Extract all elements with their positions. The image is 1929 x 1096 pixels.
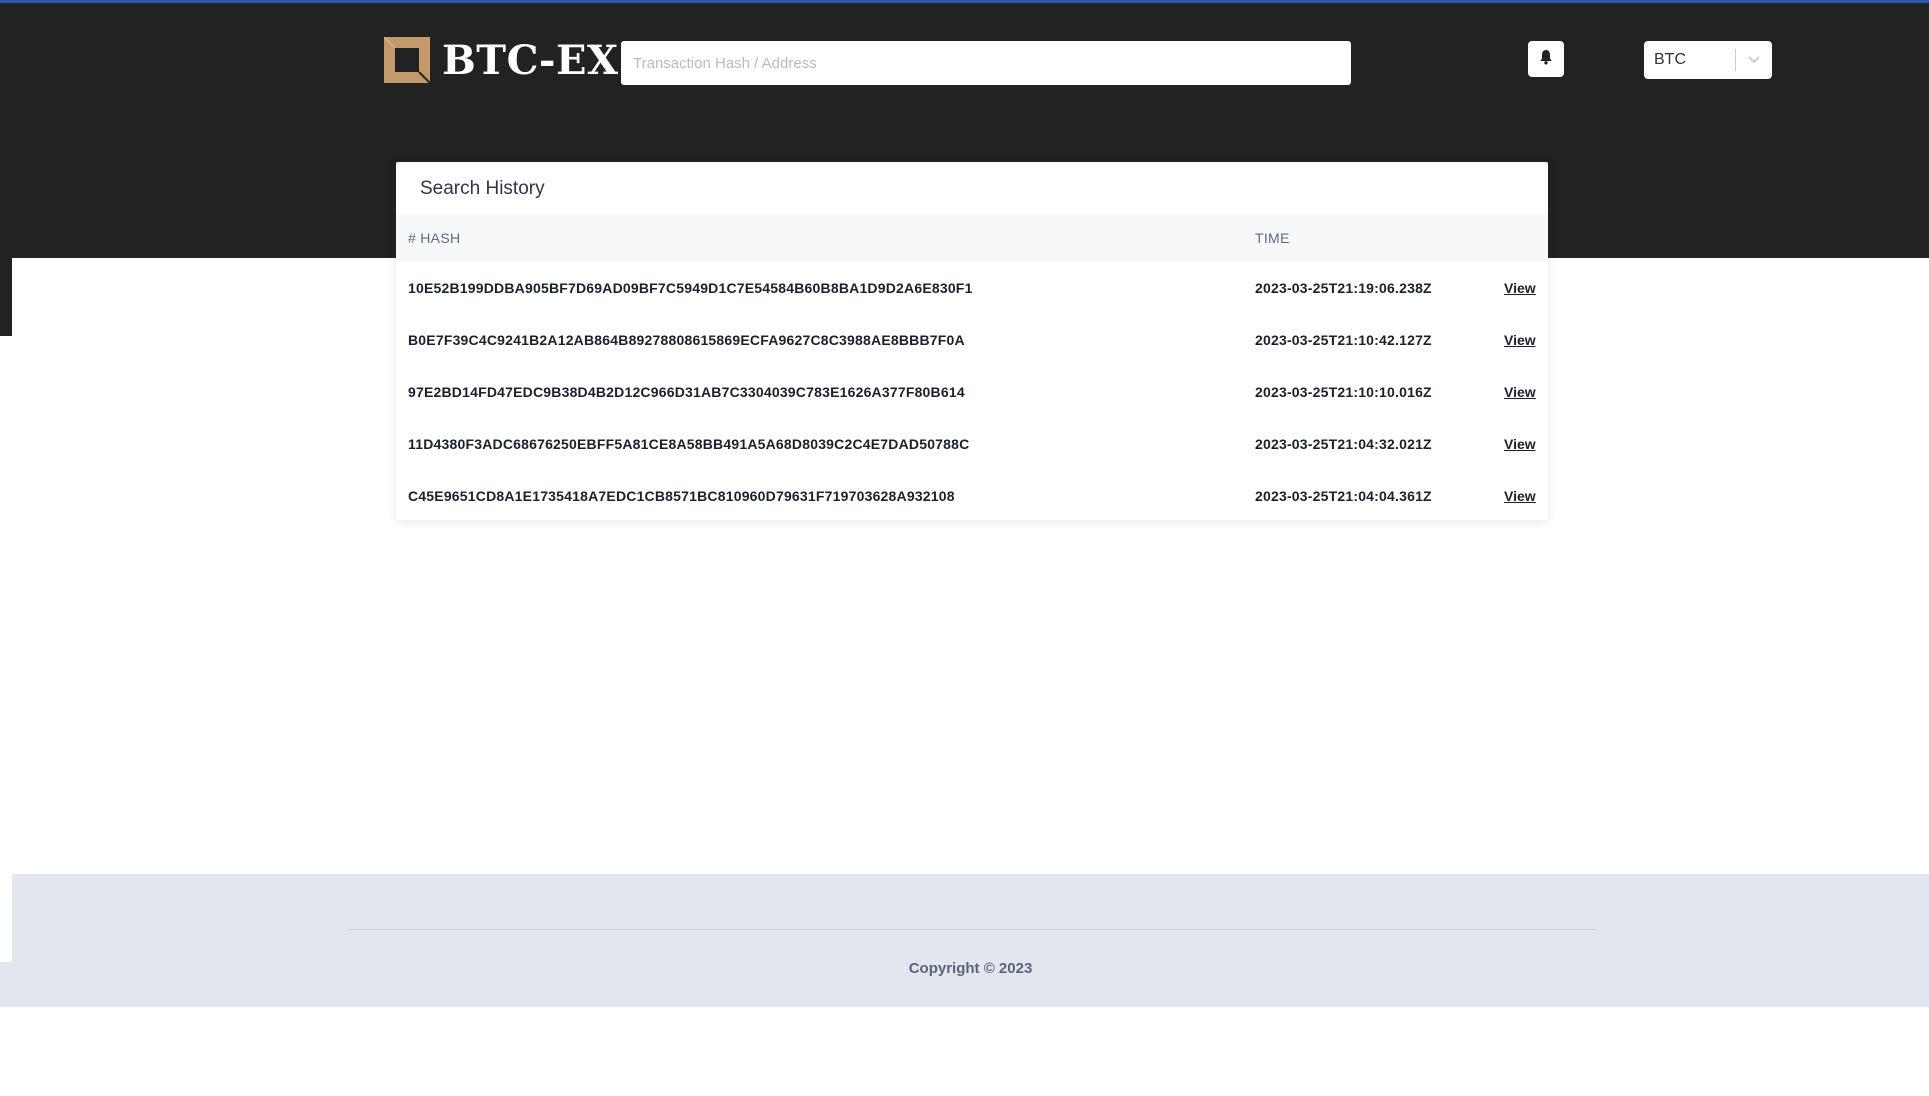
view-link[interactable]: View bbox=[1504, 436, 1536, 452]
time-cell: 2023-03-25T21:04:32.021Z bbox=[1255, 436, 1432, 452]
table-header: # HASH TIME bbox=[396, 214, 1548, 262]
edge-strip bbox=[0, 962, 12, 1007]
view-link[interactable]: View bbox=[1504, 488, 1536, 504]
hash-cell: 97E2BD14FD47EDC9B38D4B2D12C966D31AB7C330… bbox=[408, 384, 965, 400]
card-title: Search History bbox=[420, 178, 545, 199]
table-row: 97E2BD14FD47EDC9B38D4B2D12C966D31AB7C330… bbox=[396, 366, 1548, 418]
coin-select[interactable]: BTC bbox=[1644, 41, 1772, 79]
table-row: 10E52B199DDBA905BF7D69AD09BF7C5949D1C7E5… bbox=[396, 262, 1548, 314]
copyright-text: Copyright © 2023 bbox=[908, 960, 1033, 977]
time-cell: 2023-03-25T21:10:10.016Z bbox=[1255, 384, 1432, 400]
table-row: C45E9651CD8A1E1735418A7EDC1CB8571BC81096… bbox=[396, 470, 1548, 522]
table-row: 11D4380F3ADC68676250EBFF5A81CE8A58BB491A… bbox=[396, 418, 1548, 470]
hash-cell: B0E7F39C4C9241B2A12AB864B89278808615869E… bbox=[408, 332, 965, 348]
hash-cell: 11D4380F3ADC68676250EBFF5A81CE8A58BB491A… bbox=[408, 436, 970, 452]
column-header-hash: # HASH bbox=[408, 230, 461, 246]
bell-icon bbox=[1539, 49, 1553, 70]
brand-name: BTC-EX bbox=[442, 36, 619, 84]
view-link[interactable]: View bbox=[1504, 332, 1536, 348]
column-header-time: TIME bbox=[1255, 230, 1290, 246]
coin-select-value: BTC bbox=[1654, 51, 1686, 68]
search-input[interactable] bbox=[621, 41, 1351, 85]
footer-divider bbox=[348, 929, 1598, 930]
time-cell: 2023-03-25T21:04:04.361Z bbox=[1255, 488, 1432, 504]
page: BTC-EX BTC Search History # HASH bbox=[0, 0, 1929, 1096]
brand[interactable]: BTC-EX bbox=[383, 36, 619, 84]
table-row: B0E7F39C4C9241B2A12AB864B89278808615869E… bbox=[396, 314, 1548, 366]
hash-cell: 10E52B199DDBA905BF7D69AD09BF7C5949D1C7E5… bbox=[408, 280, 973, 296]
view-link[interactable]: View bbox=[1504, 384, 1536, 400]
logo-icon bbox=[383, 36, 431, 84]
hash-cell: C45E9651CD8A1E1735418A7EDC1CB8571BC81096… bbox=[408, 488, 955, 504]
time-cell: 2023-03-25T21:10:42.127Z bbox=[1255, 332, 1432, 348]
notification-button[interactable] bbox=[1528, 41, 1564, 77]
footer: Copyright © 2023 bbox=[12, 874, 1929, 1007]
search-history-card: Search History # HASH TIME 10E52B199DDBA… bbox=[396, 162, 1548, 520]
view-link[interactable]: View bbox=[1504, 280, 1536, 296]
chevron-down-icon[interactable] bbox=[1736, 41, 1772, 79]
time-cell: 2023-03-25T21:19:06.238Z bbox=[1255, 280, 1432, 296]
